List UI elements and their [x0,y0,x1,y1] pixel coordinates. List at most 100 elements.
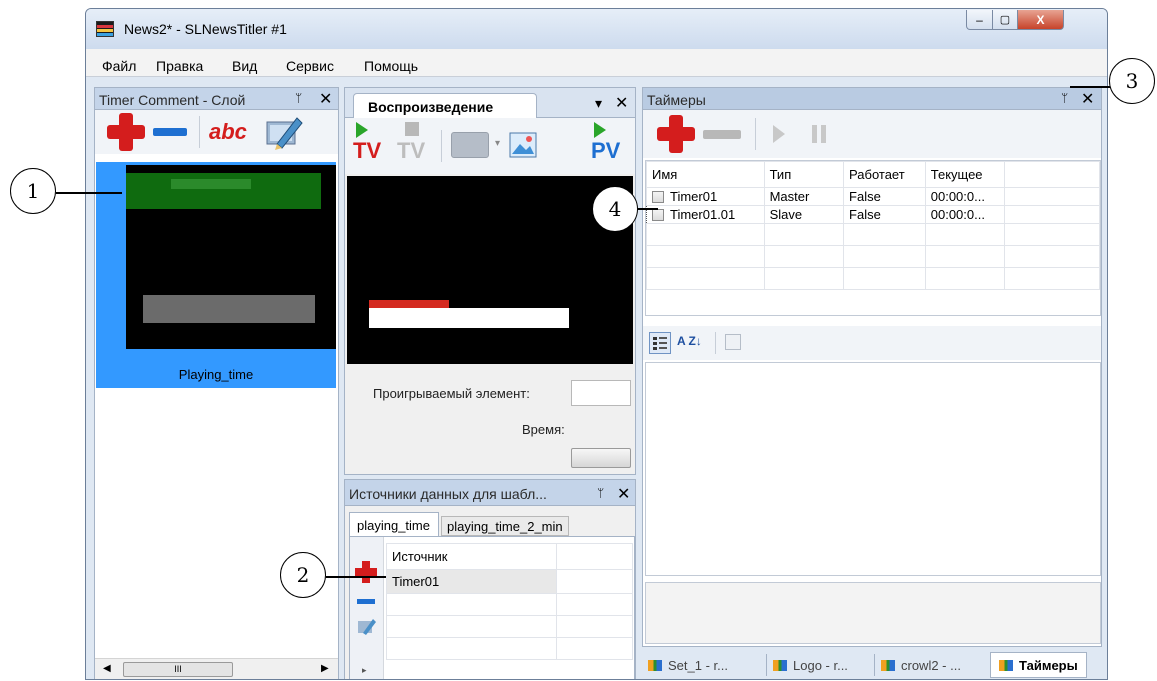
text-tool-button[interactable]: abc [209,119,247,145]
table-row [646,267,1100,290]
column-running[interactable]: Работает [843,161,926,188]
doc-tab-logo[interactable]: Logo - r... [766,654,848,676]
tab-playback[interactable]: Воспроизведение [353,93,537,119]
layer-panel-title: Timer Comment - Слой [99,92,246,108]
timers-grid: Имя Тип Работает Текущее Timer01 Master … [645,160,1101,316]
close-icon[interactable]: ✕ [615,93,628,113]
timer-type: Slave [763,205,845,224]
layer-thumbnail [126,165,336,349]
doc-tab-timers[interactable]: Таймеры [990,652,1087,678]
table-row[interactable]: Timer01.01 Slave False 00:00:0... [646,205,1100,224]
sources-content: ▸ Источник Timer01 [349,536,635,679]
start-timer-icon[interactable] [771,124,787,144]
horizontal-scrollbar[interactable]: ◀ III ▶ [95,658,338,679]
scroll-right-icon[interactable]: ▶ [321,663,329,674]
image-preview-icon[interactable] [509,132,537,158]
play-icon [594,122,606,138]
scroll-left-icon[interactable]: ◀ [103,663,111,674]
remove-timer-button[interactable] [703,130,741,139]
edit-source-icon[interactable] [357,617,377,635]
sources-table: Источник Timer01 [386,543,633,660]
timer-name: Timer01 [670,189,718,204]
close-icon[interactable]: ✕ [1081,89,1094,109]
add-layer-button[interactable] [107,113,145,151]
property-grid [645,362,1101,576]
tab-playing-time-2-min[interactable]: playing_time_2_min [441,516,569,536]
doc-tab-set1[interactable]: Set_1 - r... [648,654,728,676]
add-timer-button[interactable] [657,115,695,153]
empty-column-header [556,543,633,570]
preview-white-bar [369,308,569,328]
scroll-thumb[interactable]: III [123,662,233,677]
selected-layer-item[interactable]: Playing_time [96,162,336,388]
pin-icon[interactable]: ᛘ [1061,91,1068,105]
camera-button[interactable] [451,132,489,158]
menu-service[interactable]: Сервис [286,58,334,74]
pin-icon[interactable]: ᛘ [597,486,604,500]
source-cell[interactable]: Timer01 [386,569,557,594]
column-type[interactable]: Тип [763,161,845,188]
property-pages-icon[interactable] [725,334,741,350]
sort-alphabetical-icon[interactable]: A Z↓ [677,334,702,348]
table-row [386,593,633,616]
add-source-button[interactable] [355,561,377,583]
time-button[interactable] [571,448,631,468]
source-column-header: Источник [386,543,557,570]
callout-2: 2 [280,552,326,598]
maximize-button[interactable]: ▢ [992,10,1018,30]
playing-element-field[interactable] [571,380,631,406]
pv-play-button[interactable]: PV [591,122,631,172]
timer-current: 00:00:0... [924,187,1006,206]
title-bar: News2* - SLNewsTitler #1 – ▢ X [86,9,1107,49]
menu-view[interactable]: Вид [232,58,257,74]
scroll-grip: III [174,664,182,674]
tv-label-disabled: TV [397,138,426,163]
timer-running: False [843,205,926,224]
edit-layer-icon[interactable] [265,114,303,150]
timer-checkbox[interactable] [652,209,664,221]
remove-layer-button[interactable] [153,128,187,136]
tv-play-button[interactable]: TV [353,122,393,172]
menu-edit[interactable]: Правка [156,58,203,74]
playing-element-label: Проигрываемый элемент: [373,386,530,401]
toolbar-separator [199,116,200,148]
tv-stop-button[interactable]: TV [395,122,435,172]
doc-tab-crowl2[interactable]: crowl2 - ... [874,654,961,676]
table-row[interactable]: Timer01 [386,569,633,594]
callout-3-leader [1070,86,1110,88]
properties-toolbar: A Z↓ [643,326,1101,360]
timer-checkbox[interactable] [652,191,664,203]
property-description [645,582,1101,644]
camera-dropdown-icon[interactable]: ▾ [495,138,500,149]
table-row [386,615,633,638]
table-row[interactable]: Timer01 Master False 00:00:0... [646,187,1100,206]
pause-timer-icon[interactable] [811,124,827,144]
expand-icon[interactable]: ▸ [362,665,367,676]
dropdown-icon[interactable]: ▾ [595,95,602,112]
playback-panel: Воспроизведение ▾ ✕ TV TV ▾ PV Проигрыва… [344,87,636,475]
toolbar-separator [755,118,756,150]
close-icon[interactable]: ✕ [617,484,630,504]
column-current[interactable]: Текущее [924,161,1006,188]
minimize-button[interactable]: – [966,10,993,30]
doc-tab-label: Logo - r... [793,657,848,673]
toolbar-separator [715,332,716,354]
menu-file[interactable]: Файл [102,58,136,74]
close-button[interactable]: X [1017,10,1064,30]
sources-side-toolbar: ▸ [350,537,384,679]
column-name[interactable]: Имя [646,161,765,188]
sources-panel-header: Источники данных для шабл... ᛘ ✕ [345,480,635,506]
data-sources-panel: Источники данных для шабл... ᛘ ✕ playing… [344,479,636,679]
menu-help[interactable]: Помощь [364,58,418,74]
categorized-button[interactable] [649,332,671,354]
document-icon [773,659,787,671]
remove-source-button[interactable] [357,599,375,604]
close-icon[interactable]: ✕ [319,89,332,109]
document-tab-strip: Set_1 - r... Logo - r... crowl2 - ... Та… [642,649,1102,679]
maximize-icon: ▢ [999,14,1011,26]
pin-icon[interactable]: ᛘ [295,91,302,105]
thumbnail-green-highlight [171,179,251,189]
timer-running: False [843,187,926,206]
tab-playing-time[interactable]: playing_time [349,512,439,536]
minimize-icon: – [976,12,983,27]
